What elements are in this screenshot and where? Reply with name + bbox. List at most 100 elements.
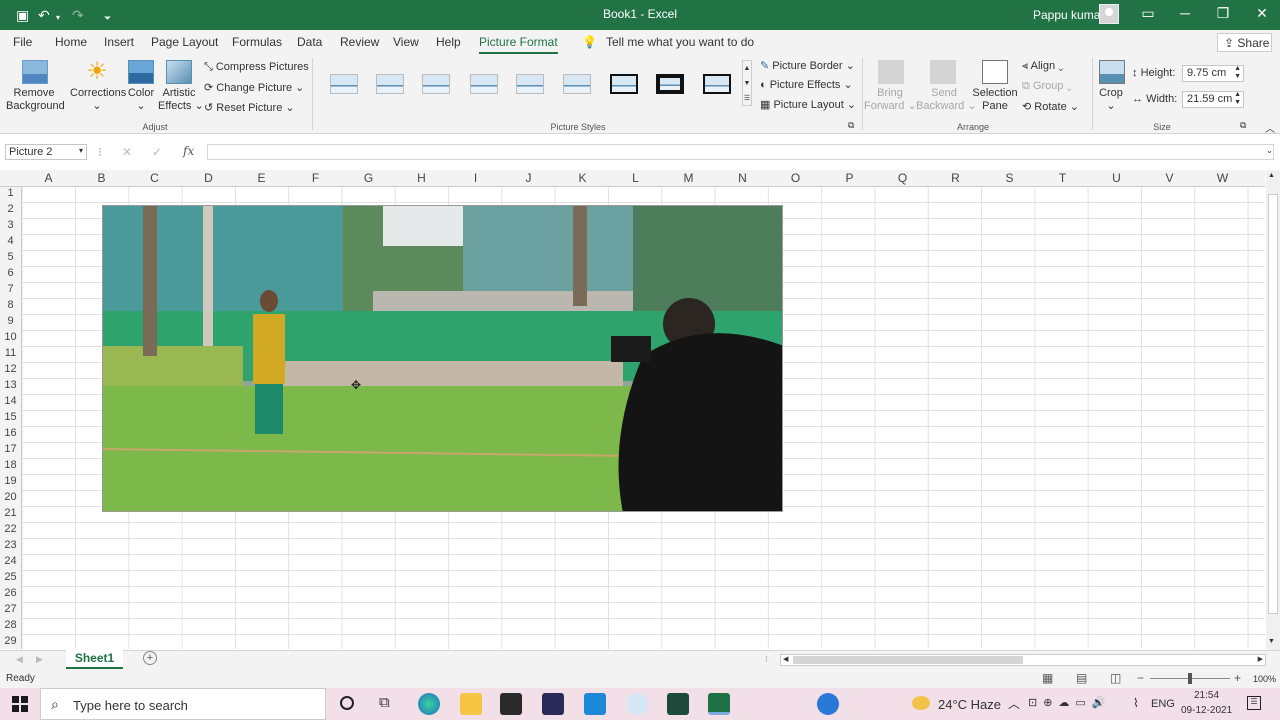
row-header[interactable]: 7 — [0, 283, 21, 295]
row-header[interactable]: 17 — [0, 443, 21, 455]
tab-formulas[interactable]: Formulas — [232, 35, 282, 49]
zoom-out-icon[interactable]: − — [1137, 671, 1144, 685]
artistic-effects-button[interactable]: Artistic Effects ⌄ — [158, 87, 204, 113]
sheet-tab-sheet1[interactable]: Sheet1 — [66, 648, 123, 669]
scroll-down-icon[interactable]: ▼ — [1268, 638, 1275, 645]
user-name[interactable]: Pappu kumar — [1033, 8, 1104, 22]
picture-style-4[interactable] — [470, 74, 498, 94]
normal-view-icon[interactable]: ▦ — [1042, 671, 1053, 685]
share-button[interactable]: ⇪ Share — [1217, 33, 1272, 52]
row-header[interactable]: 3 — [0, 219, 21, 231]
taskbar-search[interactable]: ⌕ Type here to search — [40, 688, 326, 720]
artistic-effects-icon[interactable] — [166, 60, 192, 84]
zoom-slider-thumb[interactable] — [1188, 673, 1192, 684]
scroll-right-icon[interactable]: ▶ — [1258, 655, 1263, 663]
notifications-icon[interactable]: ☰ — [1247, 696, 1261, 710]
support-icon[interactable] — [817, 693, 839, 715]
column-header[interactable]: J — [502, 171, 555, 185]
picture-style-1[interactable] — [330, 74, 358, 94]
column-header[interactable]: A — [22, 171, 75, 185]
picture-border-button[interactable]: ✎ Picture Border ⌄ — [760, 59, 855, 72]
row-header[interactable]: 10 — [0, 331, 21, 343]
tray-icons[interactable]: ⊡⊕☁▭🔊 — [1028, 696, 1112, 709]
row-header[interactable]: 28 — [0, 619, 21, 631]
column-header[interactable]: H — [395, 171, 448, 185]
picture-style-3[interactable] — [422, 74, 450, 94]
row-header[interactable]: 16 — [0, 427, 21, 439]
language-indicator[interactable]: ENG — [1151, 698, 1175, 710]
tab-home[interactable]: Home — [55, 35, 87, 49]
dialog-launcher-icon[interactable]: ⧉ — [848, 120, 854, 131]
customize-qat-icon[interactable]: ⏷ — [104, 10, 111, 26]
cortana-icon[interactable] — [340, 696, 354, 710]
column-header[interactable]: F — [289, 171, 342, 185]
add-sheet-icon[interactable]: + — [143, 651, 157, 665]
column-header[interactable]: O — [769, 171, 822, 185]
paint-icon[interactable] — [626, 693, 648, 715]
avatar[interactable] — [1099, 4, 1119, 24]
row-header[interactable]: 9 — [0, 315, 21, 327]
clock-time[interactable]: 21:54 — [1194, 690, 1219, 701]
split-handle-icon[interactable]: ⁝ — [765, 654, 768, 665]
column-header[interactable]: C — [128, 171, 181, 185]
vertical-scroll-thumb[interactable] — [1268, 194, 1278, 614]
row-header[interactable]: 2 — [0, 203, 21, 215]
row-header[interactable]: 24 — [0, 555, 21, 567]
page-break-view-icon[interactable]: ◫ — [1110, 671, 1121, 685]
column-header[interactable]: M — [662, 171, 715, 185]
crop-button[interactable]: Crop ⌄ — [1096, 87, 1126, 113]
tab-help[interactable]: Help — [436, 35, 461, 49]
tab-file[interactable]: File — [13, 35, 32, 49]
tab-picture-format[interactable]: Picture Format — [479, 35, 558, 55]
formula-input[interactable] — [207, 144, 1274, 160]
row-header[interactable]: 1 — [0, 187, 21, 199]
windows-start-icon[interactable] — [12, 696, 28, 712]
column-header[interactable]: I — [449, 171, 502, 185]
row-header[interactable]: 5 — [0, 251, 21, 263]
change-picture-button[interactable]: ⟳ Change Picture ⌄ — [204, 81, 304, 94]
height-spinner-icon[interactable]: ▲ ▼ — [1234, 65, 1241, 81]
tab-review[interactable]: Review — [340, 35, 379, 49]
width-spinner-icon[interactable]: ▲ ▼ — [1234, 91, 1241, 107]
inserted-picture[interactable] — [102, 205, 783, 512]
column-header[interactable]: G — [342, 171, 395, 185]
row-header[interactable]: 12 — [0, 363, 21, 375]
row-header[interactable]: 25 — [0, 571, 21, 583]
remove-background-button[interactable]: Remove Background — [6, 87, 65, 113]
picture-style-7[interactable] — [610, 74, 638, 94]
column-header[interactable]: P — [823, 171, 876, 185]
row-header[interactable]: 11 — [0, 347, 21, 359]
weather-text[interactable]: 24°C Haze — [938, 697, 1001, 712]
corrections-icon[interactable]: ☀ — [84, 60, 110, 84]
task-view-icon[interactable]: ⧉ — [379, 694, 390, 711]
row-header[interactable]: 18 — [0, 459, 21, 471]
row-header[interactable]: 19 — [0, 475, 21, 487]
row-header[interactable]: 22 — [0, 523, 21, 535]
undo-dropdown-icon[interactable]: ▾ — [56, 10, 60, 26]
tab-view[interactable]: View — [393, 35, 419, 49]
horizontal-scroll-thumb[interactable] — [793, 656, 1023, 664]
color-button[interactable]: Color ⌄ — [124, 87, 158, 113]
column-header[interactable]: K — [556, 171, 609, 185]
row-header[interactable]: 21 — [0, 507, 21, 519]
row-header[interactable]: 4 — [0, 235, 21, 247]
row-header[interactable]: 20 — [0, 491, 21, 503]
scroll-left-icon[interactable]: ◀ — [783, 655, 788, 663]
clock-date[interactable]: 09-12-2021 — [1181, 705, 1232, 716]
scroll-up-icon[interactable]: ▲ — [1268, 172, 1275, 179]
horizontal-scrollbar[interactable]: ◀ ▶ — [780, 654, 1266, 666]
row-header[interactable]: 23 — [0, 539, 21, 551]
name-box[interactable]: Picture 2 ▾ — [5, 144, 87, 160]
ribbon-display-options-icon[interactable]: ▭ — [1139, 5, 1157, 22]
mail-icon[interactable] — [584, 693, 606, 715]
zoom-level[interactable]: 100% — [1253, 674, 1276, 684]
expand-formula-bar-icon[interactable]: ⌄ — [1266, 146, 1273, 155]
excel-taskbar-icon[interactable] — [708, 693, 730, 715]
picture-effects-button[interactable]: ◐ Picture Effects ⌄ — [760, 78, 853, 91]
column-header[interactable]: S — [983, 171, 1036, 185]
row-header[interactable]: 14 — [0, 395, 21, 407]
app-icon-2[interactable] — [667, 693, 689, 715]
file-explorer-icon[interactable] — [460, 693, 482, 715]
close-icon[interactable]: ✕ — [1253, 5, 1271, 22]
column-header[interactable]: E — [235, 171, 288, 185]
